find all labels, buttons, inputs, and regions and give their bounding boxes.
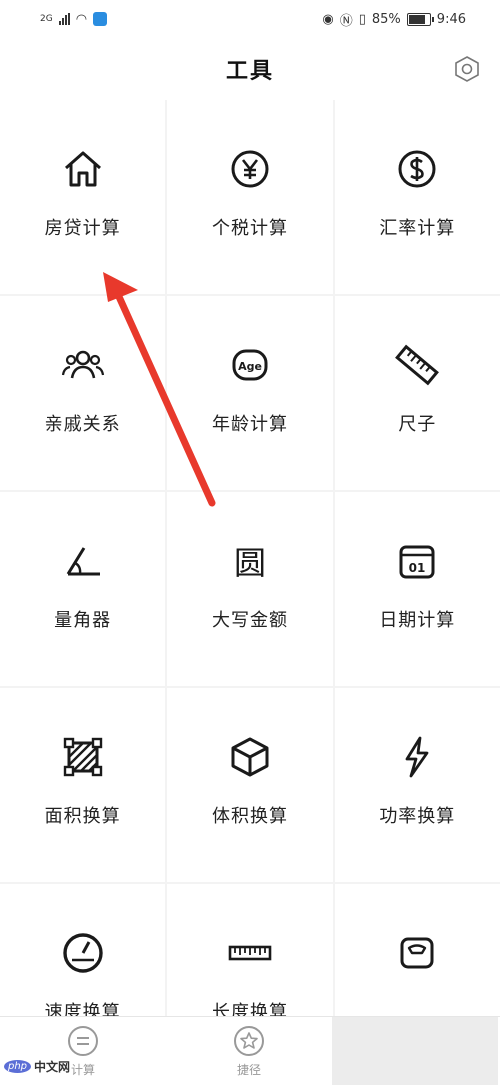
yuan-character-icon: 圆 [234, 544, 266, 582]
tab-blurred [332, 1017, 498, 1085]
tool-ruler[interactable]: 尺子 [334, 296, 500, 490]
tool-capital-amount[interactable]: 圆 大写金额 [167, 492, 333, 686]
tab-shortcuts[interactable]: 捷径 [166, 1017, 332, 1085]
speedometer-icon [62, 933, 103, 973]
svg-text:圆: 圆 [234, 544, 266, 582]
equals-circle-icon [68, 1026, 98, 1056]
tool-age[interactable]: Age 年龄计算 [167, 296, 333, 490]
tool-weight[interactable] [334, 884, 500, 1016]
battery-percent: 85% [371, 11, 401, 27]
svg-text:Age: Age [238, 360, 262, 373]
tool-area[interactable]: 面积换算 [0, 688, 166, 882]
nfc-icon: Ⓝ [339, 13, 353, 29]
app-notification-icon [93, 12, 108, 26]
tool-length[interactable]: 长度换算 [167, 884, 333, 1016]
calendar-icon: 01 [399, 545, 435, 579]
tool-mortgage[interactable]: 房贷计算 [0, 100, 166, 294]
area-square-icon [63, 737, 102, 777]
network-type: 2G [40, 14, 53, 24]
tool-volume[interactable]: 体积换算 [167, 688, 333, 882]
yen-coin-icon [231, 150, 269, 188]
tool-relatives[interactable]: 亲戚关系 [0, 296, 166, 490]
tool-protractor[interactable]: 量角器 [0, 492, 166, 686]
watermark: php 中文网 [4, 1058, 70, 1075]
battery-icon [406, 12, 434, 26]
tool-exchange-rate[interactable]: 汇率计算 [334, 100, 500, 294]
lightning-icon [405, 736, 429, 778]
house-icon [64, 151, 101, 187]
status-bar: 2G ◠ ◉ Ⓝ ▯ 85% 9:46 [0, 0, 500, 38]
ruler-horizontal-icon [228, 945, 272, 961]
age-badge-icon: Age [232, 349, 268, 381]
cube-icon [231, 737, 269, 777]
clock: 9:46 [436, 11, 466, 27]
bottom-tab-bar: 计算 捷径 [0, 1016, 500, 1085]
tool-power[interactable]: 功率换算 [334, 688, 500, 882]
star-circle-icon [234, 1026, 264, 1056]
vibrate-icon: ▯ [358, 11, 366, 27]
dollar-coin-icon [398, 150, 436, 188]
protractor-angle-icon [66, 547, 100, 576]
tools-grid: 房贷计算 个税计算 汇率计算 亲戚关系 Age 年龄计算 尺子 量角器 圆 大写… [0, 100, 500, 1016]
page-title: 工具 [225, 59, 274, 84]
eye-icon: ◉ [322, 11, 334, 27]
signal-icon [58, 13, 70, 25]
tool-date[interactable]: 01 日期计算 [334, 492, 500, 686]
svg-text:01: 01 [409, 561, 426, 575]
tool-speed[interactable]: 速度换算 [0, 884, 166, 1016]
people-group-icon [61, 350, 104, 379]
tool-income-tax[interactable]: 个税计算 [167, 100, 333, 294]
scale-icon [400, 937, 434, 969]
ruler-icon [395, 344, 440, 386]
app-header: 工具 [0, 38, 500, 100]
settings-hexagon-icon[interactable] [452, 54, 482, 84]
wifi-icon: ◠ [75, 11, 88, 27]
